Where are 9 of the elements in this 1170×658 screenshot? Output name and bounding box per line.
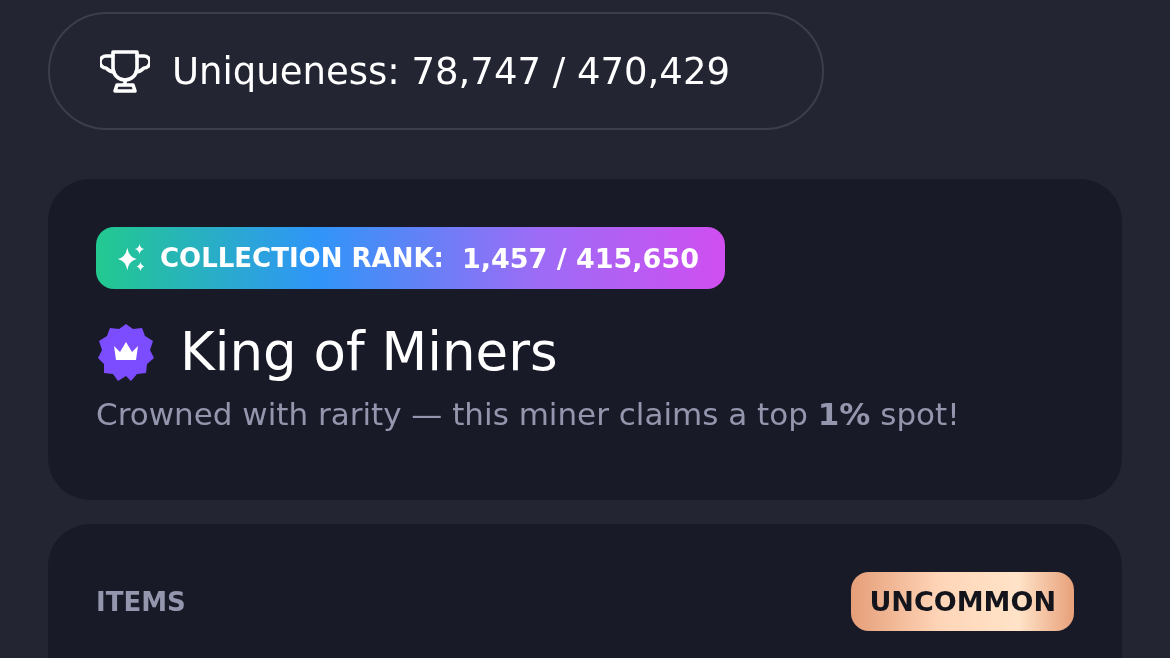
trophy-icon xyxy=(100,48,150,94)
rarity-badge: UNCOMMON xyxy=(851,572,1074,631)
rank-value: 1,457 / 415,650 xyxy=(461,242,699,274)
items-heading: ITEMS xyxy=(96,586,186,617)
uniqueness-text: Uniqueness: 78,747 / 470,429 xyxy=(172,49,730,93)
card-subtitle: Crowned with rarity — this miner claims a top 1% spot! xyxy=(96,396,961,432)
crown-badge-icon xyxy=(96,321,156,382)
card-title: King of Miners xyxy=(180,321,558,382)
rank-label: COLLECTION RANK: xyxy=(160,243,444,273)
